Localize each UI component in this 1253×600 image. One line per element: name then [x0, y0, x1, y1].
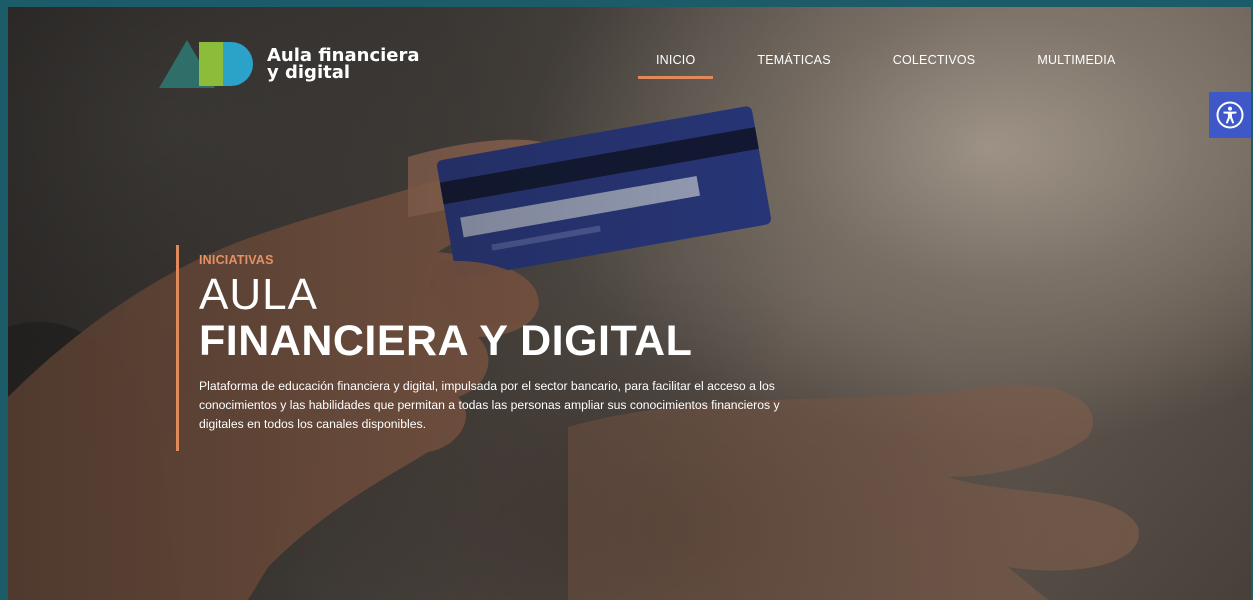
accessibility-button[interactable]: [1209, 92, 1251, 138]
hero-title-line-1: AULA: [199, 270, 318, 319]
main-nav: INICIO TEMÁTICAS COLECTIVOS MULTIMEDIA: [637, 46, 1119, 79]
nav-item-tematicas[interactable]: TEMÁTICAS: [754, 46, 833, 79]
logo-mark-icon: [159, 40, 253, 88]
hero-content: INICIATIVAS AULA FINANCIERA Y DIGITAL Pl…: [176, 245, 816, 451]
hero-title-line-2: FINANCIERA Y DIGITAL: [199, 317, 693, 365]
hero-description: Plataforma de educación financiera y dig…: [199, 379, 780, 431]
accessibility-icon: [1216, 101, 1244, 129]
hero-eyebrow: INICIATIVAS: [199, 253, 274, 267]
site-logo[interactable]: Aula financiera y digital: [159, 40, 420, 88]
page-frame: Aula financiera y digital INICIO TEMÁTIC…: [0, 0, 1253, 600]
logo-wordmark: Aula financiera y digital: [267, 47, 420, 83]
nav-item-inicio[interactable]: INICIO: [637, 46, 714, 79]
nav-item-colectivos[interactable]: COLECTIVOS: [890, 46, 979, 79]
logo-line-2: y digital: [267, 62, 351, 83]
nav-item-multimedia[interactable]: MULTIMEDIA: [1034, 46, 1118, 79]
logo-blue-shape: [223, 42, 253, 86]
